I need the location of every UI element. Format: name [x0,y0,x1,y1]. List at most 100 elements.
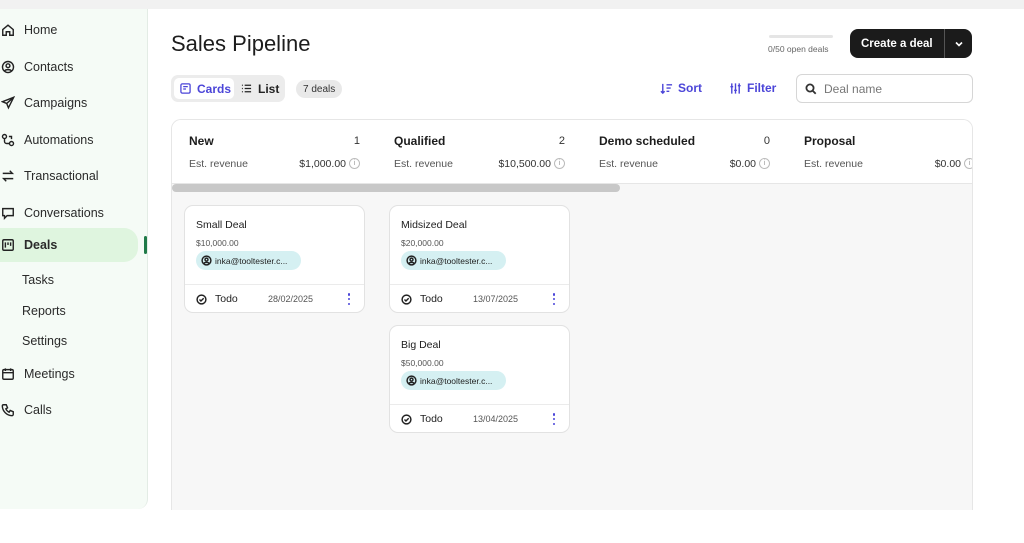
task-status-label: Todo [420,413,443,425]
create-deal-dropdown[interactable] [945,39,972,49]
deal-date: 13/04/2025 [473,414,519,424]
sidebar-item-label: Campaigns [24,96,88,110]
revenue-label: Est. revenue [599,158,658,170]
card-footer: Todo 13/07/2025 [390,284,569,312]
sidebar-item-label: Transactional [24,169,99,183]
pipeline-board: Small Deal $10,000.00 inka@tooltester.c.… [171,119,973,510]
contact-email: inka@tooltester.c... [420,375,493,386]
deal-title: Midsized Deal [401,219,467,231]
deal-card[interactable]: Small Deal $10,000.00 inka@tooltester.c.… [184,205,365,313]
contacts-icon [0,59,16,75]
sidebar-item-calls[interactable]: Calls [0,397,138,423]
column-title: Qualified [394,134,446,148]
info-icon[interactable]: i [349,158,360,169]
filter-icon [730,82,741,94]
column-title: Proposal [804,134,856,148]
sidebar-item-automations[interactable]: Automations [0,127,138,153]
sidebar-item-meetings[interactable]: Meetings [0,361,138,387]
sidebar-item-label: Automations [24,133,94,147]
column-body [582,184,787,510]
deal-date: 28/02/2025 [268,294,314,304]
more-options-icon[interactable] [551,293,557,305]
deals-icon [0,237,16,253]
sort-button[interactable]: Sort [660,81,702,95]
sidebar-item-reports[interactable]: Reports [22,304,66,318]
task-status[interactable]: Todo [196,293,238,305]
transfer-icon [0,168,16,184]
deal-title: Small Deal [196,219,247,231]
task-status-label: Todo [420,293,443,305]
column-new: Small Deal $10,000.00 inka@tooltester.c.… [172,120,377,510]
deal-date: 13/07/2025 [473,294,519,304]
column-proposal: Proposal 0 Est. revenue $0.00 i [787,120,972,510]
revenue-label: Est. revenue [804,158,863,170]
info-icon[interactable]: i [554,158,565,169]
check-circle-icon [401,413,412,425]
sidebar-item-contacts[interactable]: Contacts [0,54,138,80]
deal-card[interactable]: Midsized Deal $20,000.00 inka@tooltester… [389,205,570,313]
user-icon [406,255,417,266]
scrollbar-thumb[interactable] [172,184,620,192]
sidebar-item-conversations[interactable]: Conversations [0,200,138,226]
cards-icon [180,83,191,94]
deal-amount: $10,000.00 [196,238,239,248]
revenue-value: $10,500.00 [498,158,551,170]
cards-view-tab[interactable]: Cards [174,78,234,99]
sidebar-item-label: Meetings [24,367,75,381]
horizontal-scrollbar[interactable] [172,183,972,192]
contact-chip[interactable]: inka@tooltester.c... [401,251,506,270]
sidebar-item-home[interactable]: Home [0,17,138,43]
column-header: Demo scheduled 0 Est. revenue $0.00 i [582,120,787,184]
sidebar-item-campaigns[interactable]: Campaigns [0,90,138,116]
sort-icon [660,83,673,94]
check-circle-icon [196,293,207,305]
column-body: Midsized Deal $20,000.00 inka@tooltester… [377,184,582,510]
create-deal-button[interactable]: Create a deal [850,38,944,50]
active-indicator [144,236,147,254]
task-status[interactable]: Todo [401,413,443,425]
sidebar-item-label: Calls [24,403,52,417]
column-qualified: Midsized Deal $20,000.00 inka@tooltester… [377,120,582,510]
view-toggle: Cards List [171,75,285,102]
contact-chip[interactable]: inka@tooltester.c... [401,371,506,390]
filter-button[interactable]: Filter [729,81,776,95]
send-icon [0,95,16,111]
column-title: New [189,134,214,148]
phone-icon [0,402,16,418]
task-status[interactable]: Todo [401,293,443,305]
column-header: Qualified 2 Est. revenue $10,500.00 i [377,120,582,184]
deal-count-badge: 7 deals [296,80,343,98]
column-title: Demo scheduled [599,134,696,148]
deal-amount: $50,000.00 [401,358,444,368]
contact-chip[interactable]: inka@tooltester.c... [196,251,301,270]
search-icon [805,83,817,94]
task-status-label: Todo [215,293,238,305]
more-options-icon[interactable] [551,413,557,425]
cards-label: Cards [197,81,232,96]
sidebar-item-label: Contacts [24,60,74,74]
card-footer: Todo 13/04/2025 [390,404,569,432]
revenue-label: Est. revenue [189,158,248,170]
info-icon[interactable]: i [964,158,972,169]
more-options-icon[interactable] [346,293,352,305]
contact-email: inka@tooltester.c... [215,255,288,266]
deal-search-input[interactable] [824,81,964,96]
info-icon[interactable]: i [759,158,770,169]
sidebar-item-tasks[interactable]: Tasks [22,273,54,287]
sidebar-item-settings[interactable]: Settings [22,334,67,348]
create-deal-button-group: Create a deal [850,29,972,58]
chevron-down-icon [954,41,963,47]
deal-search [796,74,973,103]
sidebar-item-deals[interactable]: Deals [0,228,138,262]
deal-card[interactable]: Big Deal $50,000.00 inka@tooltester.c...… [389,325,570,433]
sidebar-item-transactional[interactable]: Transactional [0,163,138,189]
user-icon [201,255,212,266]
revenue-label: Est. revenue [394,158,453,170]
page-title: Sales Pipeline [171,31,311,56]
list-view-tab[interactable]: List [239,78,283,99]
check-circle-icon [401,293,412,305]
column-count: 0 [763,135,770,147]
column-count: 2 [558,135,565,147]
deal-title: Big Deal [401,339,441,351]
column-header: New 1 Est. revenue $1,000.00 i [172,120,377,184]
